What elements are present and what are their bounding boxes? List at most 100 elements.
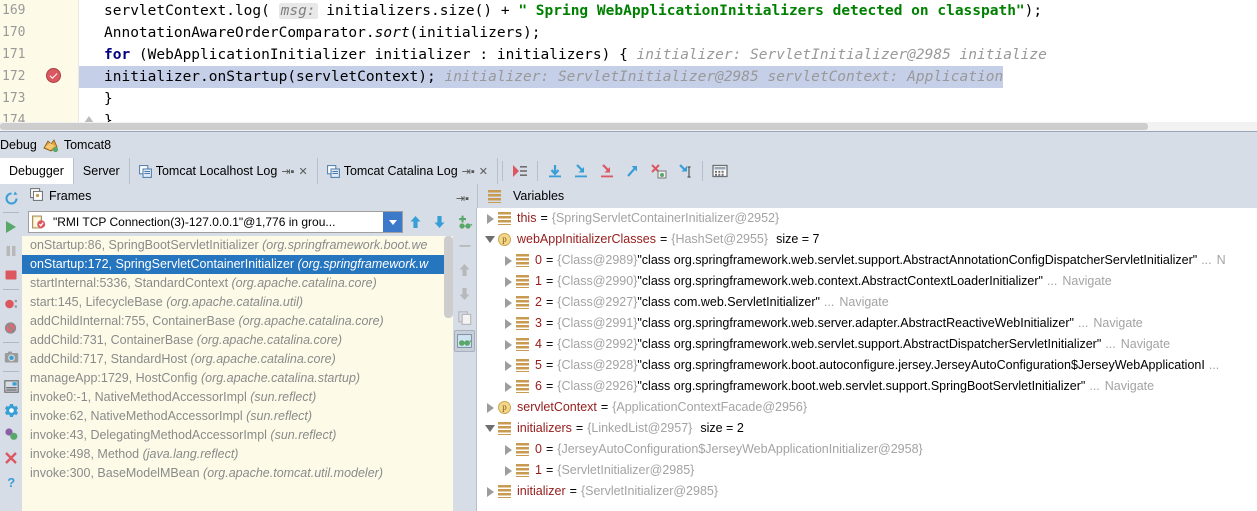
chevron-right-icon[interactable]	[500, 439, 516, 460]
frame-row[interactable]: manageApp:1729, HostConfig (org.apache.c…	[22, 369, 454, 388]
variable-row[interactable]: p servletContext = {ApplicationContextFacad…	[478, 397, 1257, 418]
variable-row[interactable]: 1 = {Class@2990} "class org.springframewor…	[478, 271, 1257, 292]
settings-layout-icon[interactable]	[1, 374, 21, 398]
tab-debugger[interactable]: Debugger	[0, 158, 74, 184]
tab-close-icon[interactable]: ✕	[479, 165, 488, 178]
force-step-into-icon[interactable]	[594, 158, 620, 184]
settings-gear-icon[interactable]	[1, 398, 21, 422]
editor-line[interactable]: 173 }	[0, 88, 1257, 110]
chevron-down-icon[interactable]	[482, 229, 498, 250]
tab-pin-icon[interactable]: ⇥▪	[281, 165, 294, 178]
editor-line[interactable]: 170 AnnotationAwareOrderComparator.sort(…	[0, 22, 1257, 44]
navigate-link[interactable]: Navigate	[1062, 271, 1111, 292]
editor-horizontal-scrollbar[interactable]	[0, 122, 1257, 131]
close-icon[interactable]	[1, 446, 21, 470]
editor-gutter[interactable]: 169	[0, 0, 78, 22]
navigate-link[interactable]: Navigate	[1093, 313, 1142, 334]
editor-lines[interactable]: 169 servletContext.log( msg: initializer…	[0, 0, 1257, 131]
frame-row[interactable]: addChild:731, ContainerBase (org.apache.…	[22, 331, 454, 350]
mute-breakpoints-icon[interactable]	[1, 316, 21, 340]
code-editor[interactable]: 169 servletContext.log( msg: initializer…	[0, 0, 1257, 131]
rerun-icon[interactable]	[1, 186, 21, 210]
chevron-right-icon[interactable]	[482, 397, 498, 418]
pause-program-icon[interactable]	[1, 239, 21, 263]
chevron-right-icon[interactable]	[500, 313, 516, 334]
fold-gutter[interactable]	[78, 66, 104, 88]
evaluate-expression-icon[interactable]	[707, 158, 733, 184]
code-text[interactable]: }	[104, 88, 113, 110]
tab-tomcat-catalina-log[interactable]: Tomcat Catalina Log ⇥▪ ✕	[318, 158, 498, 184]
chevron-right-icon[interactable]	[500, 292, 516, 313]
fold-gutter[interactable]	[78, 0, 104, 22]
frames-vertical-scrollbar[interactable]	[444, 236, 453, 511]
remove-watch-icon[interactable]	[454, 234, 475, 258]
frame-row[interactable]: invoke0:-1, NativeMethodAccessorImpl (su…	[22, 388, 454, 407]
debug-tab-bar[interactable]: Debugger Server Tomcat Localhost Log ⇥▪ ✕ Tom…	[0, 158, 1257, 184]
editor-gutter[interactable]: 172	[0, 66, 78, 88]
restore-layout-icon[interactable]	[1, 422, 21, 446]
run-to-cursor-icon[interactable]	[672, 158, 698, 184]
tab-close-icon[interactable]: ✕	[298, 165, 307, 178]
frames-panel[interactable]: "RMI TCP Connection(3)-127.0.0.1"@1,776 …	[22, 208, 477, 511]
tabs-container[interactable]: Debugger Server Tomcat Localhost Log ⇥▪ ✕ Tom…	[0, 158, 498, 184]
frame-row[interactable]: invoke:43, DelegatingMethodAccessorImpl …	[22, 426, 454, 445]
debug-left-toolbar[interactable]: ?	[0, 184, 22, 511]
fold-gutter[interactable]	[78, 44, 104, 66]
variable-row[interactable]: 0 = {Class@2989} "class org.springframewor…	[478, 250, 1257, 271]
navigate-link[interactable]: Navigate	[1105, 376, 1154, 397]
add-watch-icon[interactable]	[454, 210, 475, 234]
navigate-link[interactable]: N	[1217, 250, 1226, 271]
frame-row[interactable]: onStartup:172, SpringServletContainerIni…	[22, 255, 454, 274]
variable-row[interactable]: 2 = {Class@2927} "class com.web.ServletIni…	[478, 292, 1257, 313]
editor-line[interactable]: 171 for (WebApplicationInitializer initi…	[0, 44, 1257, 66]
chevron-right-icon[interactable]	[482, 208, 498, 229]
frames-vscroll-thumb[interactable]	[444, 236, 453, 318]
editor-hscroll-thumb[interactable]	[0, 123, 1148, 130]
chevron-right-icon[interactable]	[500, 334, 516, 355]
frame-row[interactable]: onStartup:86, SpringBootServletInitializ…	[22, 236, 454, 255]
editor-line[interactable]: 172 initializer.onStartup(servletContext…	[0, 66, 1257, 88]
frame-row[interactable]: invoke:300, BaseModelMBean (org.apache.t…	[22, 464, 454, 483]
frame-row[interactable]: start:145, LifecycleBase (org.apache.cat…	[22, 293, 454, 312]
show-watches-icon[interactable]	[454, 330, 475, 352]
editor-gutter[interactable]: 170	[0, 22, 78, 44]
frame-row[interactable]: addChild:717, StandardHost (org.apache.c…	[22, 350, 454, 369]
variable-row[interactable]: 1 = {ServletInitializer@2985}	[478, 460, 1257, 481]
frames-list[interactable]: onStartup:86, SpringBootServletInitializ…	[22, 236, 454, 511]
code-text[interactable]: for (WebApplicationInitializer initializ…	[104, 44, 1047, 66]
tab-tomcat-localhost-log[interactable]: Tomcat Localhost Log ⇥▪ ✕	[130, 158, 318, 184]
navigate-link[interactable]: Navigate	[839, 292, 888, 313]
tab-server[interactable]: Server	[74, 158, 130, 184]
fold-gutter[interactable]	[78, 22, 104, 44]
move-down-icon[interactable]	[427, 210, 451, 234]
show-execution-point-icon[interactable]	[507, 158, 533, 184]
chevron-right-icon[interactable]	[500, 460, 516, 481]
frame-row[interactable]: startInternal:5336, StandardContext (org…	[22, 274, 454, 293]
tab-pin-icon[interactable]: ⇥▪	[462, 165, 475, 178]
variable-row[interactable]: 3 = {Class@2991} "class org.springframewor…	[478, 313, 1257, 334]
editor-line[interactable]: 169 servletContext.log( msg: initializer…	[0, 0, 1257, 22]
variable-row[interactable]: initializer = {ServletInitializer@2985}	[478, 481, 1257, 502]
watches-toolbar[interactable]	[453, 208, 476, 511]
variable-row[interactable]: p webAppInitializerClasses = {HashSet@2955}…	[478, 229, 1257, 250]
step-over-icon[interactable]	[542, 158, 568, 184]
move-watch-up-icon[interactable]	[454, 258, 475, 282]
variable-row[interactable]: initializers = {LinkedList@2957} size = 2	[478, 418, 1257, 439]
chevron-down-icon[interactable]	[482, 418, 498, 439]
copy-value-icon[interactable]	[454, 306, 475, 330]
code-text[interactable]: AnnotationAwareOrderComparator.sort(init…	[104, 22, 541, 44]
variable-row[interactable]: 4 = {Class@2992} "class org.springframewor…	[478, 334, 1257, 355]
variable-row[interactable]: this = {SpringServletContainerInitializer@…	[478, 208, 1257, 229]
help-icon[interactable]: ?	[1, 470, 21, 494]
move-up-icon[interactable]	[403, 210, 427, 234]
variable-row[interactable]: 6 = {Class@2926} "class org.springframewor…	[478, 376, 1257, 397]
navigate-link[interactable]: Navigate	[1121, 334, 1170, 355]
move-watch-down-icon[interactable]	[454, 282, 475, 306]
thread-combo-box[interactable]: "RMI TCP Connection(3)-127.0.0.1"@1,776 …	[28, 211, 403, 233]
chevron-right-icon[interactable]	[500, 376, 516, 397]
breakpoint-icon[interactable]	[46, 68, 61, 83]
variable-row[interactable]: 0 = {JerseyAutoConfiguration$JerseyWebAppl…	[478, 439, 1257, 460]
chevron-right-icon[interactable]	[482, 481, 498, 502]
frames-pin-icon[interactable]: ⇥▪	[456, 192, 469, 205]
chevron-right-icon[interactable]	[500, 271, 516, 292]
